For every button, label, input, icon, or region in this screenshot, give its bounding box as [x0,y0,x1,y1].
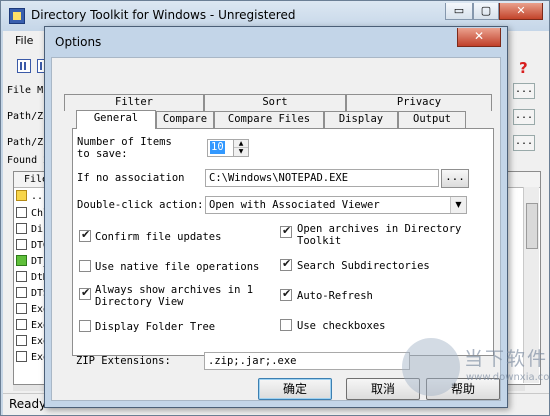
no-association-input[interactable]: C:\Windows\NOTEPAD.EXE [205,169,439,187]
menu-file[interactable]: File [15,34,33,47]
help-icon[interactable]: ? [519,59,528,77]
file-icon [16,207,27,218]
search-subdirectories-label: Search Subdirectories [297,260,430,272]
confirm-file-updates-checkbox[interactable] [79,228,91,242]
grid-view-icon[interactable] [17,59,31,73]
auto-refresh-label: Auto-Refresh [297,290,373,302]
path-label-1: Path/Zi [7,111,45,122]
double-click-action-value: Open with Associated Viewer [209,199,380,211]
path-label-2: Path/Zi [7,137,45,148]
show-archives-checkbox[interactable] [79,286,91,300]
double-click-label: Double-click action: [77,199,204,211]
file-icon [16,239,27,250]
file-icon [16,223,27,234]
show-archives-label-line2: Directory View [95,296,184,308]
dialog-title: Options [55,35,102,49]
native-file-ops-checkbox[interactable] [79,260,91,272]
file-mask-label: File M [7,85,44,96]
num-items-label-line2: to save: [77,148,128,160]
tab-sort[interactable]: Sort [204,94,346,111]
folder-icon [16,190,27,201]
browse-button-file-mask[interactable]: ... [513,83,535,99]
auto-refresh-checkbox[interactable] [280,287,292,301]
file-icon [16,335,27,346]
tab-filter[interactable]: Filter [64,94,204,111]
tab-compare[interactable]: Compare [156,111,214,128]
display-folder-tree-checkbox[interactable] [79,320,91,332]
zip-extensions-label: ZIP Extensions: [76,355,171,367]
general-tab-panel: Number of Items to save: 10 ▲ ▼ If no as… [72,128,494,356]
double-click-action-select[interactable]: Open with Associated Viewer ▼ [205,196,467,214]
app-icon [9,8,25,24]
browse-button-path-2[interactable]: ... [513,135,535,151]
open-archives-label: Open archives in Directory [297,223,462,235]
tab-general[interactable]: General [76,110,156,129]
watermark: 当下软件园 www.downxia.com [402,334,550,406]
spin-down-icon[interactable]: ▼ [234,148,248,156]
minimize-button[interactable]: ▭ [445,3,473,20]
found-count-label: Found 2 [7,155,45,166]
confirm-file-updates-label: Confirm file updates [95,231,222,243]
zip-extensions-input[interactable]: .zip;.jar;.exe [204,352,410,370]
use-checkboxes-label: Use checkboxes [297,320,386,332]
open-archives-label-line2: Toolkit [297,235,342,247]
ok-button[interactable]: 确定 [258,378,332,400]
maximize-button[interactable]: ▢ [473,3,499,20]
file-icon [16,351,27,362]
use-checkboxes-checkbox[interactable] [280,319,292,331]
browse-viewer-button[interactable]: ... [441,169,469,188]
file-icon [16,303,27,314]
scrollbar-thumb[interactable] [526,203,538,249]
main-close-button[interactable]: ✕ [499,3,543,20]
main-window-title: Directory Toolkit for Windows - Unregist… [31,8,296,22]
num-items-value: 10 [210,141,225,154]
open-archives-checkbox[interactable] [280,224,292,238]
tab-display[interactable]: Display [324,111,398,128]
status-text: Ready [9,397,47,411]
search-subdirectories-checkbox[interactable] [280,257,292,271]
browse-button-path-1[interactable]: ... [513,109,535,125]
spin-up-icon[interactable]: ▲ [234,140,248,148]
no-association-label: If no association [77,172,185,184]
dialog-close-button[interactable]: ✕ [457,28,501,47]
chevron-down-icon[interactable]: ▼ [450,197,466,213]
show-archives-label: Always show archives in 1 [95,284,254,296]
tab-compare-files[interactable]: Compare Files [214,111,324,128]
num-items-label: Number of Items [77,136,172,148]
native-file-ops-label: Use native file operations [95,261,260,273]
watermark-logo-icon [402,338,460,396]
file-icon [16,271,27,282]
num-items-spinner[interactable]: ▲ ▼ [233,139,249,157]
watermark-text: 当下软件园 [464,348,550,370]
tab-output[interactable]: Output [398,111,466,128]
green-folder-icon [16,255,27,266]
watermark-url: www.downxia.com [466,372,550,383]
display-folder-tree-label: Display Folder Tree [95,321,216,333]
tab-privacy[interactable]: Privacy [346,94,492,111]
file-icon [16,287,27,298]
file-icon [16,319,27,330]
file-row[interactable]: .. [16,190,43,205]
